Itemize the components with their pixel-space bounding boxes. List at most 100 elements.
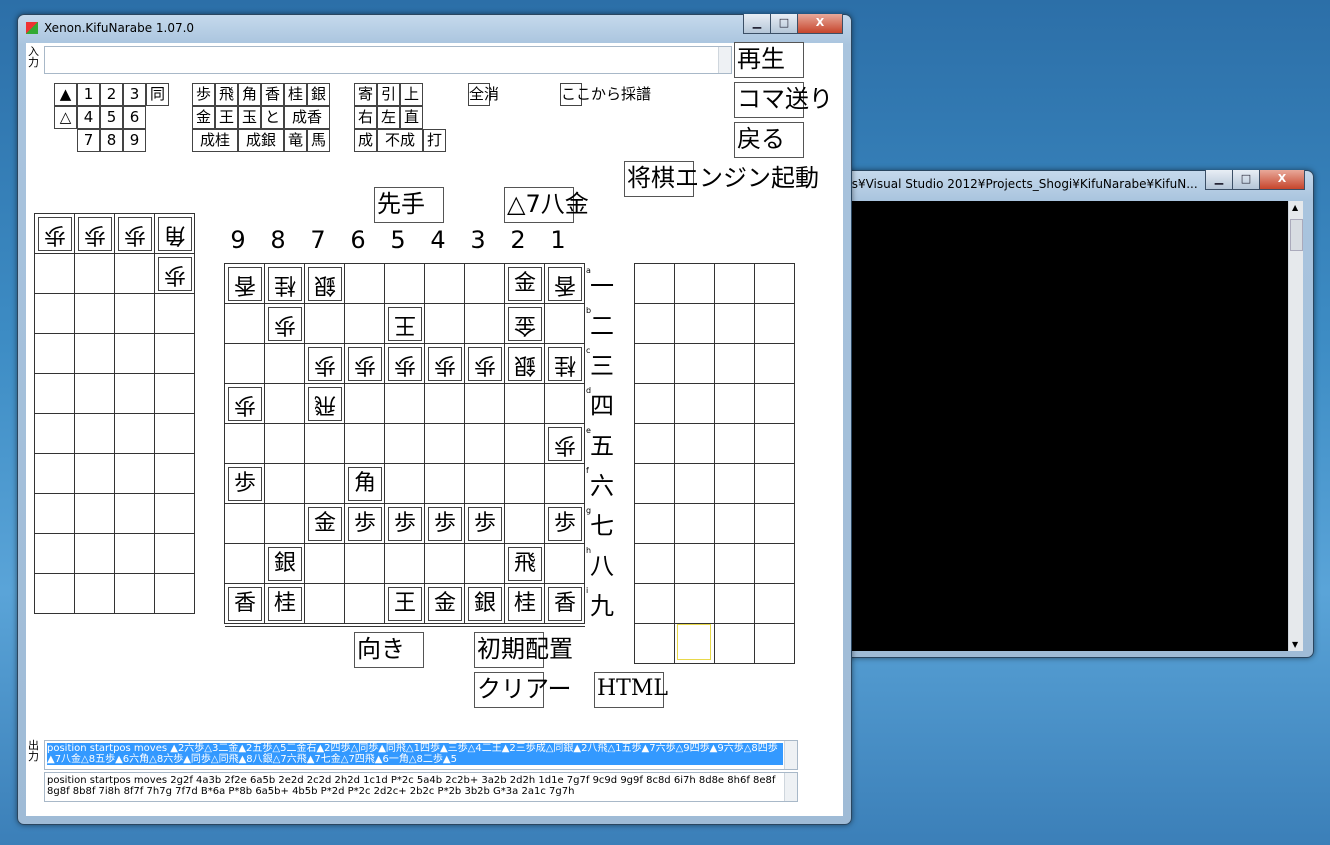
sente-hand-cell[interactable] (755, 544, 795, 584)
gote-hand-cell[interactable] (75, 414, 115, 454)
gote-hand-cell[interactable] (35, 574, 75, 614)
scroll-down-icon[interactable]: ▼ (1292, 640, 1298, 649)
sente-hand-cell[interactable] (675, 464, 715, 504)
board-piece[interactable]: 金 (308, 507, 342, 541)
board-cell[interactable] (505, 384, 545, 424)
gote-hand-cell[interactable] (35, 254, 75, 294)
gote-hand-cell[interactable] (75, 574, 115, 614)
board-cell[interactable] (305, 304, 345, 344)
board-cell[interactable] (265, 464, 305, 504)
board-piece[interactable]: 歩 (388, 347, 422, 381)
sente-hand-cell[interactable] (675, 264, 715, 304)
board-cell[interactable] (345, 264, 385, 304)
sente-hand-cell[interactable] (635, 464, 675, 504)
sente-hand-cell[interactable] (635, 504, 675, 544)
gote-hand-cell[interactable] (115, 294, 155, 334)
sente-hand-cell[interactable] (755, 584, 795, 624)
board-piece[interactable]: 香 (548, 587, 582, 621)
piece-button[interactable]: 成桂 (192, 129, 238, 152)
initial-position-button[interactable]: 初期配置 (474, 632, 573, 668)
piece-button[interactable]: 銀 (307, 83, 330, 106)
board-cell[interactable] (305, 464, 345, 504)
sente-hand-cell[interactable] (675, 424, 715, 464)
output-textbox-2[interactable]: position startpos moves 2g2f 4a3b 2f2e 6… (44, 772, 798, 802)
board-piece[interactable]: 歩 (228, 387, 262, 421)
hand-cell-highlight[interactable] (677, 624, 711, 660)
board-cell[interactable] (425, 304, 465, 344)
piece-button[interactable]: 玉 (238, 106, 261, 129)
sente-label[interactable]: 先手 (374, 187, 444, 223)
board-piece[interactable]: 銀 (268, 547, 302, 581)
board-cell[interactable] (305, 424, 345, 464)
gote-hand-cell[interactable] (115, 494, 155, 534)
html-button[interactable]: HTML (594, 672, 668, 708)
sente-hand-cell[interactable] (755, 264, 795, 304)
keypad-button[interactable]: 3 (123, 83, 146, 106)
console-titlebar[interactable]: ts¥Visual Studio 2012¥Projects_Shogi¥Kif… (839, 170, 1313, 197)
sente-hand-cell[interactable] (635, 424, 675, 464)
engine-start-button[interactable]: 将棋エンジン起動 (624, 161, 819, 197)
board-cell[interactable] (505, 504, 545, 544)
board-cell[interactable] (545, 544, 585, 584)
close-button[interactable]: X (797, 14, 843, 34)
gote-hand-cell[interactable] (155, 454, 195, 494)
sente-hand-cell[interactable] (755, 304, 795, 344)
keypad-button[interactable]: △ (54, 106, 77, 129)
main-titlebar[interactable]: Xenon.KifuNarabe 1.07.0 ▁ □ X (18, 14, 851, 41)
gote-hand-cell[interactable] (115, 334, 155, 374)
modifier-button[interactable]: 直 (400, 106, 423, 129)
board-cell[interactable] (425, 424, 465, 464)
gote-hand-cell[interactable] (155, 374, 195, 414)
maximize-button[interactable]: □ (770, 14, 798, 34)
gote-hand-cell[interactable] (115, 534, 155, 574)
board-cell[interactable] (385, 464, 425, 504)
board-cell[interactable] (345, 384, 385, 424)
board-piece[interactable]: 歩 (308, 347, 342, 381)
gote-hand-cell[interactable] (155, 574, 195, 614)
board-piece[interactable]: 銀 (508, 347, 542, 381)
keypad-button[interactable]: 1 (77, 83, 100, 106)
board-cell[interactable] (505, 424, 545, 464)
board-cell[interactable] (385, 264, 425, 304)
sente-hand-cell[interactable] (715, 544, 755, 584)
sente-hand-cell[interactable] (715, 384, 755, 424)
sente-hand-cell[interactable] (755, 504, 795, 544)
board-cell[interactable] (425, 264, 465, 304)
board-cell[interactable] (425, 384, 465, 424)
sente-hand-cell[interactable] (715, 424, 755, 464)
sente-hand-cell[interactable] (755, 624, 795, 664)
back-button[interactable]: 戻る (734, 122, 804, 158)
sente-hand-cell[interactable] (755, 384, 795, 424)
board-piece[interactable]: 香 (548, 267, 582, 301)
close-button[interactable]: X (1259, 170, 1305, 190)
sente-hand-cell[interactable] (635, 384, 675, 424)
keypad-button[interactable]: 9 (123, 129, 146, 152)
board-piece[interactable]: 金 (508, 267, 542, 301)
gote-hand-cell[interactable] (75, 334, 115, 374)
modifier-button[interactable]: 右 (354, 106, 377, 129)
board-cell[interactable] (225, 304, 265, 344)
board-piece[interactable]: 桂 (268, 267, 302, 301)
board-piece[interactable]: 歩 (228, 467, 262, 501)
board-cell[interactable] (225, 344, 265, 384)
sente-hand-cell[interactable] (675, 544, 715, 584)
hand-piece[interactable]: 角 (158, 217, 192, 251)
scroll-thumb[interactable] (1290, 219, 1303, 251)
modifier-button[interactable]: 不成 (377, 129, 423, 152)
output-scrollbar-2[interactable] (784, 773, 797, 801)
board-piece[interactable]: 歩 (548, 427, 582, 461)
console-window[interactable]: ts¥Visual Studio 2012¥Projects_Shogi¥Kif… (838, 170, 1314, 658)
board-piece[interactable]: 歩 (388, 507, 422, 541)
piece-button[interactable]: 角 (238, 83, 261, 106)
sente-hand-cell[interactable] (675, 584, 715, 624)
board-piece[interactable]: 飛 (308, 387, 342, 421)
gote-hand-cell[interactable] (35, 334, 75, 374)
piece-button[interactable]: 歩 (192, 83, 215, 106)
piece-button[interactable]: 金 (192, 106, 215, 129)
hand-piece[interactable]: 歩 (118, 217, 152, 251)
keypad-button[interactable]: 2 (100, 83, 123, 106)
gote-hand-cell[interactable] (35, 494, 75, 534)
piece-button[interactable]: 王 (215, 106, 238, 129)
board-cell[interactable] (385, 384, 425, 424)
gote-hand-cell[interactable] (35, 534, 75, 574)
